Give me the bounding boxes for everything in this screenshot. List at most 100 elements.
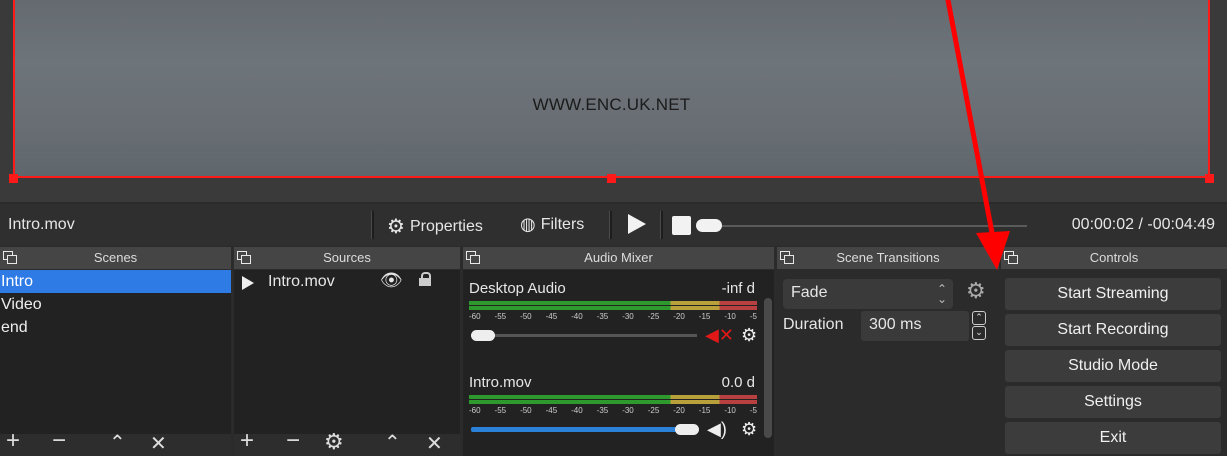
source-name: Intro.mov — [268, 273, 335, 290]
move-up-icon[interactable]: ⌃ — [109, 430, 126, 455]
select-arrows-icon: ⌃ ⌄ — [936, 282, 947, 306]
duration-input[interactable]: 300 ms — [861, 311, 969, 341]
sources-toolbar: + − ⚙ ⌃ ✕ — [234, 427, 460, 456]
remove-icon[interactable]: − — [286, 427, 300, 455]
controls-title: Controls — [1089, 250, 1139, 265]
separator — [660, 211, 663, 239]
sources-title: Sources — [323, 250, 371, 265]
add-icon[interactable]: + — [6, 427, 20, 455]
filters-icon: ◍ — [520, 214, 536, 234]
lock-icon[interactable] — [419, 272, 431, 286]
scenes-list[interactable]: Intro Video end + − ⌃ ✕ — [0, 270, 231, 456]
watermark-text: WWW.ENC.UK.NET — [532, 95, 691, 114]
separator — [609, 211, 612, 239]
resize-handle-bottom-right[interactable] — [1205, 174, 1214, 183]
studio-mode-button[interactable]: Studio Mode — [1005, 350, 1221, 382]
stepper-up-icon[interactable]: ⌃ — [972, 311, 986, 325]
seek-slider[interactable] — [697, 225, 1027, 227]
add-icon[interactable]: + — [240, 427, 254, 455]
gear-icon: ⚙ — [387, 216, 405, 238]
stepper-down-icon[interactable]: ⌄ — [972, 326, 986, 340]
stop-button[interactable] — [672, 216, 691, 235]
scene-item[interactable]: Video — [0, 293, 231, 316]
separator — [371, 211, 374, 239]
resize-handle-bottom-center[interactable] — [607, 174, 616, 183]
duration-label: Duration — [783, 316, 844, 333]
muted-speaker-icon[interactable]: ◀✕ — [705, 325, 734, 346]
transitions-title: Scene Transitions — [836, 250, 940, 265]
mixer-body: Desktop Audio -inf d -60 -55 -50 -45 -40 -35-… — [463, 270, 774, 456]
level-meter — [469, 306, 757, 310]
scenes-title: Scenes — [93, 250, 138, 265]
play-button[interactable] — [628, 214, 646, 234]
undock-icon[interactable] — [3, 251, 17, 264]
undock-icon[interactable] — [466, 251, 480, 264]
volume-fill — [471, 427, 677, 432]
meter-scale: -60 -55 -50 -45 -40 -35 -30 -25 -20 -15 -10 -5 — [469, 406, 757, 415]
controls-dock: Controls Start Streaming Start Recording… — [1001, 247, 1227, 456]
channel-name: Intro.mov — [469, 374, 532, 391]
transition-select[interactable]: Fade ⌃ ⌄ — [783, 279, 953, 309]
start-streaming-button[interactable]: Start Streaming — [1005, 278, 1221, 310]
source-item[interactable]: Intro.mov 👁 — [234, 270, 460, 294]
scene-item[interactable]: Intro — [0, 270, 231, 293]
gear-icon[interactable]: ⚙ — [966, 278, 986, 304]
mixer-channel: Intro.mov 0.0 d -60 -55 -50 -45 -40 -35 -30 -25… — [469, 370, 757, 456]
transitions-header: Scene Transitions — [777, 247, 999, 269]
remove-icon[interactable]: − — [52, 427, 66, 455]
volume-slider[interactable] — [471, 334, 697, 337]
sources-dock: Sources Intro.mov 👁 + − ⚙ ⌃ ✕ — [234, 247, 460, 456]
level-meter — [469, 301, 757, 305]
duration-value: 300 ms — [869, 316, 922, 333]
media-source-icon — [242, 276, 254, 290]
context-bar: Intro.mov ⚙ Properties ◍ Filters 00:00:0… — [0, 204, 1227, 246]
scenes-toolbar: + − ⌃ ✕ — [0, 427, 231, 456]
scenes-dock: Scenes Intro Video end + − ⌃ ✕ — [0, 247, 231, 456]
channel-level: -inf d — [721, 280, 755, 297]
mixer-title: Audio Mixer — [584, 250, 653, 265]
controls-header: Controls — [1001, 247, 1227, 269]
preview-canvas[interactable]: WWW.ENC.UK.NET — [13, 0, 1210, 178]
resize-handle-bottom-left[interactable] — [9, 174, 18, 183]
settings-button[interactable]: Settings — [1005, 386, 1221, 418]
move-down-icon[interactable]: ✕ — [426, 431, 443, 456]
mixer-channel: Desktop Audio -inf d -60 -55 -50 -45 -40 -35-… — [469, 276, 757, 366]
speaker-icon[interactable]: ◀) — [707, 419, 727, 440]
channel-name: Desktop Audio — [469, 280, 566, 297]
scenes-header: Scenes — [0, 247, 231, 269]
time-readout: 00:00:02 / -00:04:49 — [1071, 216, 1215, 233]
current-source-name: Intro.mov — [8, 216, 75, 233]
preview-area[interactable]: WWW.ENC.UK.NET — [0, 0, 1227, 202]
properties-label: Properties — [409, 217, 483, 235]
seek-handle[interactable] — [696, 219, 722, 232]
gear-icon[interactable]: ⚙ — [741, 325, 757, 346]
sources-list[interactable]: Intro.mov 👁 + − ⚙ ⌃ ✕ — [234, 270, 460, 456]
undock-icon[interactable] — [780, 251, 794, 264]
meter-scale: -60 -55 -50 -45 -40 -35 -30 -25 -20 -15 -10 -5 — [469, 312, 757, 321]
audio-mixer-dock: Audio Mixer Desktop Audio -inf d -60 -55-… — [463, 247, 774, 456]
level-meter — [469, 400, 757, 404]
mixer-scrollbar[interactable] — [764, 298, 772, 438]
volume-handle[interactable] — [471, 330, 495, 341]
volume-handle[interactable] — [675, 424, 699, 435]
scene-transitions-dock: Scene Transitions Fade ⌃ ⌄ ⚙ Duration 300… — [777, 247, 999, 456]
transition-value: Fade — [791, 284, 828, 301]
filters-button[interactable]: ◍ Filters — [520, 214, 584, 235]
level-meter — [469, 395, 757, 399]
start-recording-button[interactable]: Start Recording — [1005, 314, 1221, 346]
filters-label: Filters — [540, 215, 585, 233]
sources-header: Sources — [234, 247, 460, 269]
move-down-icon[interactable]: ✕ — [150, 431, 167, 456]
exit-button[interactable]: Exit — [1005, 422, 1221, 454]
gear-icon[interactable]: ⚙ — [324, 429, 344, 455]
undock-icon[interactable] — [1004, 251, 1018, 264]
undock-icon[interactable] — [237, 251, 251, 264]
eye-icon[interactable]: 👁 — [380, 270, 403, 291]
mixer-header: Audio Mixer — [463, 247, 774, 269]
scene-item[interactable]: end — [0, 316, 231, 339]
duration-stepper[interactable]: ⌃ ⌄ — [972, 311, 990, 341]
channel-level: 0.0 d — [721, 374, 755, 391]
move-up-icon[interactable]: ⌃ — [384, 430, 401, 455]
gear-icon[interactable]: ⚙ — [741, 419, 757, 440]
properties-button[interactable]: ⚙ Properties — [387, 214, 483, 239]
